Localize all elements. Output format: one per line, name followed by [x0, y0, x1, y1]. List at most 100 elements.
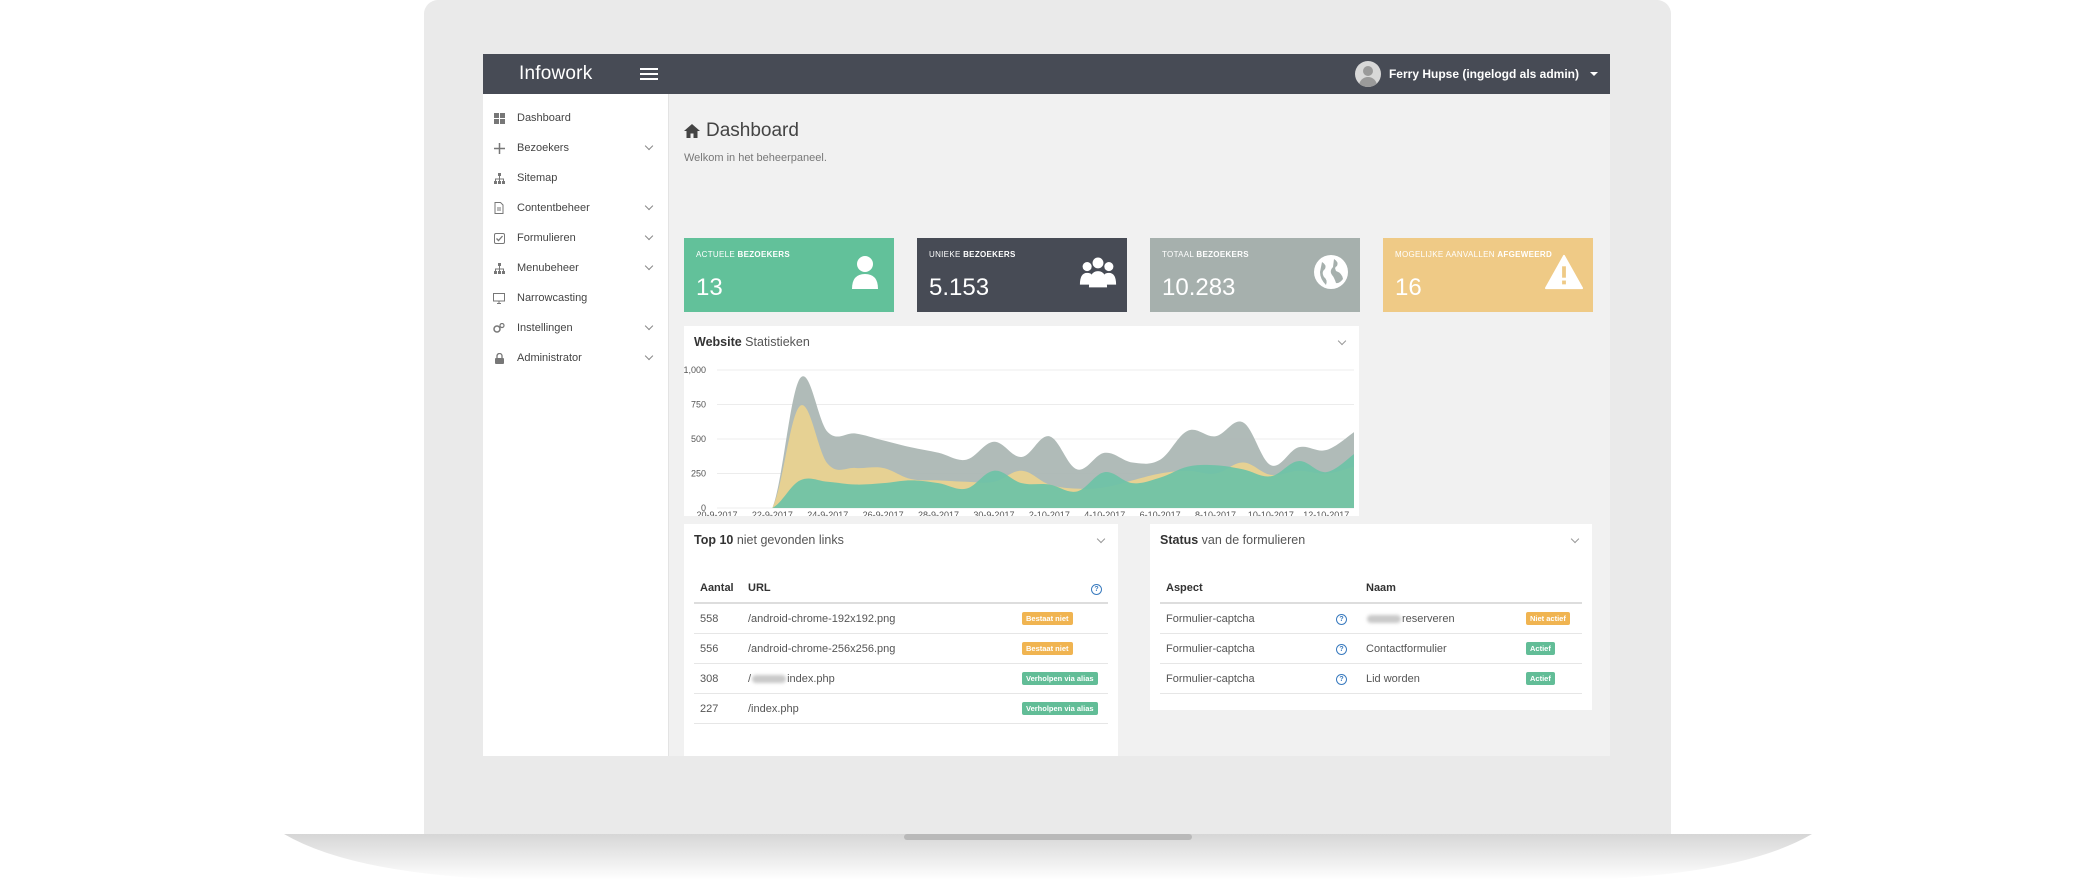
cell-url: /android-chrome-256x256.png — [742, 633, 1016, 664]
y-tick-label: 500 — [691, 434, 706, 444]
cell-status: Niet actief — [1520, 603, 1582, 634]
sidebar-item-label: Sitemap — [517, 172, 558, 184]
sidebar-item-bezoekers[interactable]: Bezoekers — [483, 133, 668, 163]
status-badge: Verholpen via alias — [1022, 702, 1098, 715]
page-title-text: Dashboard — [706, 120, 799, 141]
laptop-base — [284, 834, 1812, 894]
help-icon[interactable]: ? — [1336, 674, 1347, 685]
cell-status: Verholpen via alias — [1016, 663, 1108, 694]
chevron-down-icon — [644, 231, 654, 241]
cell-name: reserveren — [1360, 603, 1520, 634]
cell-name: Contactformulier — [1360, 633, 1520, 664]
sitemap-icon — [493, 172, 505, 184]
table-row: 308 /index.php Verholpen via alias — [694, 663, 1108, 694]
cell-url: /index.php — [742, 663, 1016, 694]
help-icon[interactable]: ? — [1091, 583, 1102, 595]
stat-label: Actuele bezoekers — [696, 250, 791, 259]
home-icon — [684, 124, 700, 138]
col-header-help — [1330, 574, 1360, 604]
sidebar-item-sitemap[interactable]: Sitemap — [483, 163, 668, 193]
cell-count: 558 — [694, 603, 742, 634]
table-row: Formulier-captcha ? Contactformulier Act… — [1160, 633, 1582, 664]
sidebar-item-administrator[interactable]: Administrator — [483, 343, 668, 373]
dashboard-icon — [493, 112, 505, 124]
cell-help: ? — [1330, 633, 1360, 664]
sidebar-item-label: Instellingen — [517, 322, 573, 334]
stat-label: Totaal bezoekers — [1162, 250, 1249, 259]
chevron-down-icon[interactable] — [1570, 534, 1580, 544]
sidebar-item-dashboard[interactable]: Dashboard — [483, 103, 668, 133]
table-row: Formulier-captcha ? reserveren Niet acti… — [1160, 603, 1582, 634]
sidebar-item-menubeheer[interactable]: Menubeheer — [483, 253, 668, 283]
table-row: 556 /android-chrome-256x256.png Bestaat … — [694, 633, 1108, 664]
col-header-aantal: Aantal — [694, 574, 742, 604]
y-tick-label: 1,000 — [684, 365, 706, 375]
cell-name: Lid worden — [1360, 663, 1520, 694]
sidebar: Dashboard Bezoekers Sitemap Contentbehee… — [483, 94, 669, 756]
cell-aspect: Formulier-captcha — [1160, 663, 1330, 694]
links-table: Aantal URL ? 558 /android-chrome-192x192… — [694, 574, 1108, 724]
sidebar-item-label: Bezoekers — [517, 142, 569, 154]
page-title: Dashboard — [684, 120, 799, 142]
chevron-down-icon[interactable] — [1096, 534, 1106, 544]
visitors-area-chart: 02505007501,00020-9-2017 22-9-2017 24-9-20… — [684, 365, 1354, 516]
status-badge: Bestaat niet — [1022, 642, 1073, 655]
cell-help: ? — [1330, 663, 1360, 694]
x-tick-label: 20-9-2017 — [696, 510, 737, 516]
menu-toggle-icon[interactable] — [640, 65, 658, 83]
cell-count: 308 — [694, 663, 742, 694]
col-header-help: ? — [1016, 574, 1108, 604]
help-icon[interactable]: ? — [1336, 644, 1347, 655]
users-icon — [1079, 257, 1117, 288]
sidebar-item-formulieren[interactable]: Formulieren — [483, 223, 668, 253]
x-tick-label: 2-10-2017 — [1029, 510, 1070, 516]
sidebar-item-contentbeheer[interactable]: Contentbeheer — [483, 193, 668, 223]
sidebar-item-instellingen[interactable]: Instellingen — [483, 313, 668, 343]
panel-title: Status van de formulieren — [1160, 533, 1306, 547]
sidebar-item-label: Administrator — [517, 352, 582, 364]
lock-icon — [493, 352, 505, 364]
panel-title: Top 10 niet gevonden links — [694, 533, 844, 547]
sidebar-item-label: Formulieren — [517, 232, 576, 244]
globe-icon — [1314, 255, 1348, 289]
main-content: Dashboard Welkom in het beheerpaneel. Ac… — [669, 94, 1610, 756]
page-subtitle: Welkom in het beheerpaneel. — [684, 152, 827, 164]
user-label: Ferry Hupse (ingelogd als admin) — [1388, 67, 1579, 81]
cell-status: Actief — [1520, 663, 1582, 694]
monitor-icon — [493, 292, 505, 304]
col-header-naam: Naam — [1360, 574, 1520, 604]
chevron-down-icon — [644, 201, 654, 211]
user-menu[interactable]: Ferry Hupse (ingelogd als admin) — [1354, 54, 1598, 94]
stat-value: 16 — [1395, 274, 1422, 301]
stat-value: 5.153 — [929, 274, 990, 301]
redacted-text — [752, 674, 787, 683]
col-header-url: URL — [742, 574, 1016, 604]
stat-card-aanvallen-afgeweerd: Mogelijke aanvallen afgeweerd 16 — [1383, 238, 1593, 312]
chevron-down-icon — [644, 351, 654, 361]
sidebar-item-label: Narrowcasting — [517, 292, 588, 304]
check-square-icon — [493, 232, 505, 244]
brand-logo[interactable]: Infowork — [519, 54, 592, 94]
stat-label: Mogelijke aanvallen afgeweerd — [1395, 250, 1553, 259]
status-badge: Niet actief — [1526, 612, 1570, 625]
cell-url: /index.php — [742, 693, 1016, 724]
chevron-down-icon — [644, 321, 654, 331]
status-badge: Verholpen via alias — [1022, 672, 1098, 685]
cell-count: 556 — [694, 633, 742, 664]
sidebar-item-narrowcasting[interactable]: Narrowcasting — [483, 283, 668, 313]
table-row: Formulier-captcha ? Lid worden Actief — [1160, 663, 1582, 694]
x-tick-label: 4-10-2017 — [1084, 510, 1125, 516]
table-header-row: Aantal URL ? — [694, 574, 1108, 604]
chevron-down-icon — [644, 141, 654, 151]
chevron-down-icon — [644, 261, 654, 271]
x-tick-label: 12-10-2017 — [1303, 510, 1349, 516]
stat-card-actuele-bezoekers: Actuele bezoekers 13 — [684, 238, 894, 312]
forms-status-panel: Status van de formulieren Aspect Naam Fo… — [1150, 524, 1592, 710]
status-badge: Actief — [1526, 672, 1555, 685]
x-tick-label: 10-10-2017 — [1248, 510, 1294, 516]
user-icon — [852, 256, 878, 289]
help-icon[interactable]: ? — [1336, 614, 1347, 625]
app-screen: Infowork Ferry Hupse (ingelogd als admin… — [483, 54, 1610, 756]
stat-value: 10.283 — [1162, 274, 1236, 301]
redacted-text — [1367, 614, 1401, 623]
